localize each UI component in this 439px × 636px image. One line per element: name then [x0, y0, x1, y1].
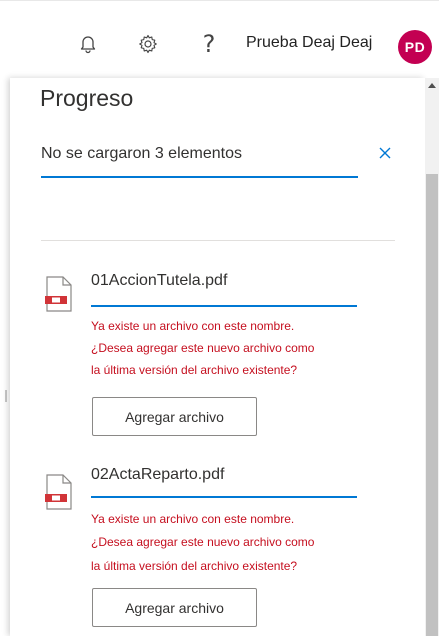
- scroll-thumb[interactable]: [426, 174, 438, 636]
- file-name: 02ActaReparto.pdf: [91, 466, 225, 483]
- background-marker: [5, 390, 7, 402]
- bell-icon[interactable]: [75, 31, 101, 57]
- scroll-up-arrow-icon[interactable]: [428, 83, 436, 88]
- background-area: [0, 85, 10, 636]
- pdf-file-icon: [44, 276, 74, 312]
- file-name: 01AccionTutela.pdf: [91, 272, 228, 289]
- close-icon[interactable]: [376, 144, 394, 162]
- error-message-line: ¿Desea agregar este nuevo archivo como: [91, 535, 315, 549]
- pdf-file-icon: [44, 474, 74, 510]
- file-progress-bar: [91, 496, 357, 498]
- divider: [41, 240, 395, 241]
- add-file-button[interactable]: Agregar archivo: [92, 397, 257, 436]
- scrollbar[interactable]: [425, 78, 439, 636]
- file-progress-bar: [91, 305, 357, 307]
- add-file-button[interactable]: Agregar archivo: [92, 588, 257, 627]
- top-bar: ? Prueba Deaj Deaj PD: [0, 0, 439, 86]
- panel-title: Progreso: [40, 85, 134, 111]
- user-name[interactable]: Prueba Deaj Deaj: [246, 34, 372, 52]
- help-icon[interactable]: ?: [196, 31, 222, 57]
- error-message-line: la última versión del archivo existente?: [91, 559, 298, 573]
- upload-summary: No se cargaron 3 elementos: [41, 145, 242, 162]
- error-message-line: Ya existe un archivo con este nombre.: [91, 512, 295, 526]
- avatar[interactable]: PD: [398, 30, 432, 64]
- progress-panel: Progreso No se cargaron 3 elementos 01Ac…: [10, 78, 425, 636]
- error-message-line: Ya existe un archivo con este nombre.: [91, 319, 295, 333]
- error-message-line: ¿Desea agregar este nuevo archivo como: [91, 341, 315, 355]
- error-message-line: la última versión del archivo existente?: [91, 363, 298, 377]
- gear-icon[interactable]: [135, 31, 161, 57]
- summary-progress-bar: [41, 176, 358, 178]
